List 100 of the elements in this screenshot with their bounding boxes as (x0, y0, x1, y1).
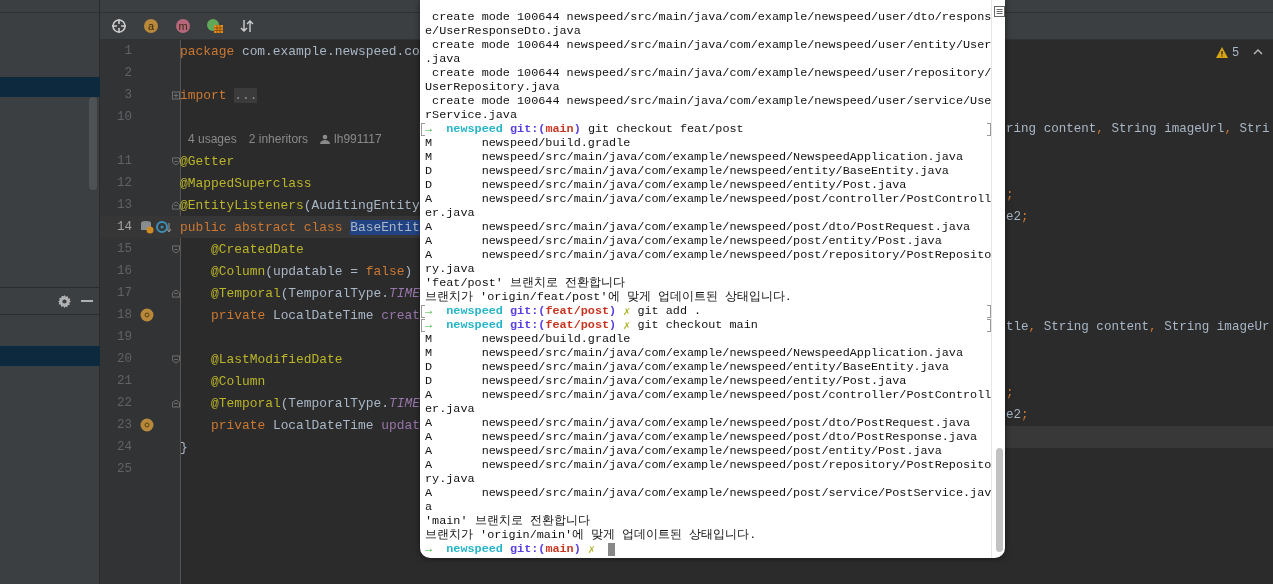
file-status: A (425, 416, 434, 430)
git-branch-status: git:(feat/post) (509, 304, 617, 318)
code-line: tle, String content, String imageUr (1006, 320, 1270, 334)
file-status: A (425, 444, 434, 458)
code-line: @EntityListeners(AuditingEntity (180, 197, 420, 213)
code-line: package com.example.newspeed.co (180, 43, 420, 59)
fold-icon[interactable] (172, 288, 180, 298)
code-line: ; (1006, 188, 1014, 202)
command-text: git checkout feat/post (587, 122, 744, 136)
field-gutter-icon[interactable] (140, 308, 154, 322)
file-path: newspeed/src/main/java/com/example/newspeed/post/service/PostService.jav (481, 486, 992, 500)
prompt-arrow: → (425, 318, 433, 332)
terminal-output-line: 'main' 브랜치로 전환합니다 (425, 513, 590, 529)
inheritors-link[interactable]: 2 inheritors (248, 132, 309, 146)
implemented-icon[interactable] (156, 220, 172, 234)
git-branch-status: git:(main) (509, 542, 581, 556)
file-status: M (425, 150, 434, 164)
terminal-output-line: ry.java (425, 262, 475, 276)
settings-icon[interactable] (58, 294, 71, 308)
fold-icon[interactable] (172, 354, 180, 364)
file-status: M (425, 332, 434, 346)
file-status: M (425, 346, 434, 360)
fold-icon[interactable] (172, 156, 180, 166)
dirty-mark: ✗ (623, 303, 631, 319)
file-path: newspeed/src/main/java/com/example/newspeed/entity/BaseEntity.java (481, 360, 949, 374)
file-path: newspeed/src/main/java/com/example/newspeed/post/entity/Post.java (481, 444, 942, 458)
terminal-output-line: rService.java (425, 108, 518, 122)
file-status: D (425, 374, 434, 388)
code-line: import ... (180, 87, 258, 103)
code-line: ring content, String imageUrl, Stri (1006, 122, 1270, 136)
terminal-output-line: .java (425, 52, 461, 66)
code-line: ; (1006, 386, 1014, 400)
code-line: @LastModifiedDate (210, 351, 343, 367)
menu-icon[interactable] (993, 6, 1005, 17)
prompt-directory: newspeed (446, 304, 503, 318)
code-line: private LocalDateTime updat (210, 417, 420, 433)
file-status: M (425, 136, 434, 150)
file-path: newspeed/src/main/java/com/example/newspeed/NewspeedApplication.java (481, 150, 964, 164)
code-line: } (180, 439, 188, 455)
fold-icon[interactable] (172, 200, 180, 210)
prompt-arrow: → (425, 542, 433, 556)
code-line: @CreatedDate (210, 241, 304, 257)
file-status: A (425, 234, 434, 248)
terminal-output-line: UserRepository.java (425, 80, 560, 94)
crosshair-icon (111, 18, 127, 34)
file-path: newspeed/src/main/java/com/example/newspeed/entity/BaseEntity.java (481, 164, 949, 178)
file-path: newspeed/build.gradle (481, 332, 631, 346)
scrollbar-thumb[interactable] (89, 97, 97, 190)
line-number: 14 (116, 220, 132, 234)
terminal-output-line: create mode 100644 newspeed/src/main/java/com/example/newspeed/user/entity/User (431, 38, 992, 52)
terminal-output-line: a (425, 500, 433, 514)
scrollbar-thumb[interactable] (995, 448, 1003, 552)
warning-icon[interactable] (1216, 47, 1229, 58)
file-status: A (425, 388, 434, 402)
file-status: D (425, 178, 434, 192)
file-path: newspeed/src/main/java/com/example/newspeed/post/dto/PostRequest.java (481, 220, 971, 234)
code-line: @MappedSuperclass (180, 175, 312, 191)
code-line: @Column(updatable = false) (210, 263, 413, 279)
file-path: newspeed/src/main/java/com/example/newspeed/entity/Post.java (481, 374, 907, 388)
code-line: e2; (1006, 408, 1029, 422)
terminal-output-line: 브랜치가 'origin/feat/post'에 맞게 업데이트된 상태입니다. (425, 289, 792, 305)
database-icon[interactable] (140, 220, 154, 234)
prompt-directory: newspeed (446, 122, 503, 136)
file-status: A (425, 430, 434, 444)
code-line: @Column (210, 373, 266, 389)
chevron-up-icon[interactable] (1253, 49, 1263, 55)
file-status: A (425, 192, 434, 206)
file-status: A (425, 458, 434, 472)
fold-icon[interactable] (172, 244, 180, 254)
code-line: private LocalDateTime creat (210, 307, 420, 323)
file-status: D (425, 164, 434, 178)
terminal-output-line: er.java (425, 206, 475, 220)
command-text: git checkout main (637, 318, 758, 332)
file-status: A (425, 486, 434, 500)
code-line: @Getter (180, 153, 235, 169)
file-path: newspeed/build.gradle (481, 136, 631, 150)
warning-count[interactable]: 5 (1232, 41, 1239, 63)
file-status: A (425, 248, 434, 262)
file-path: newspeed/src/main/java/com/example/newspeed/post/dto/PostResponse.java (481, 430, 978, 444)
author-name: lh991117 (334, 132, 382, 146)
file-path: newspeed/src/main/java/com/example/newspeed/post/repository/PostReposito (481, 458, 992, 472)
code-line: @Temporal(TemporalType.TIME (210, 395, 420, 411)
terminal-output-line: create mode 100644 newspeed/src/main/java/com/example/newspeed/user/service/Use (431, 94, 992, 108)
terminal-output-line: 'feat/post' 브랜치로 전환합니다 (425, 275, 626, 291)
dirty-mark: ✗ (623, 317, 631, 333)
file-path: newspeed/src/main/java/com/example/newspeed/post/entity/Post.java (481, 234, 942, 248)
prompt-arrow: → (425, 122, 433, 136)
file-path: newspeed/src/main/java/com/example/newspeed/post/controller/PostControll (481, 388, 992, 402)
code-line: public abstract class BaseEntit (180, 219, 420, 235)
terminal-output-line: e/UserResponseDto.java (425, 24, 581, 38)
field-gutter-icon[interactable] (140, 418, 154, 432)
git-branch-status: git:(feat/post) (509, 318, 617, 332)
fold-icon[interactable] (172, 398, 180, 408)
fold-expand-icon[interactable] (172, 90, 180, 100)
file-status: D (425, 360, 434, 374)
code-line: @Temporal(TemporalType.TIME (210, 285, 420, 301)
prompt-arrow: → (425, 304, 433, 318)
usages-link[interactable]: 4 usages (188, 132, 237, 146)
terminal-output-line: ry.java (425, 472, 475, 486)
code-line: e2; (1006, 210, 1029, 224)
